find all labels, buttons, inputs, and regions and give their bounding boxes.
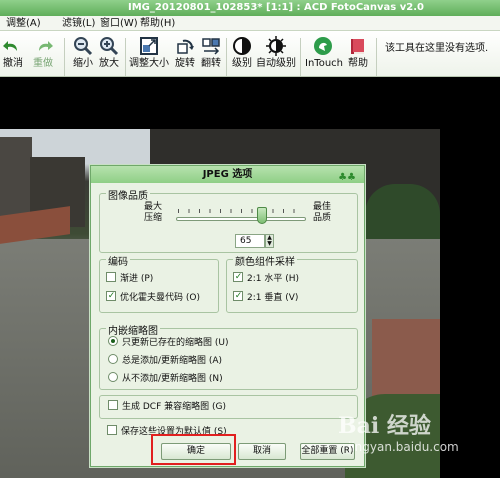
image-quality-legend: 图像品质 [106,187,150,202]
huffman-checkbox-row[interactable]: 优化霍夫曼代码 (O) [106,291,200,305]
max-compression-label-2: 压缩 [144,213,163,223]
always-add-label: 总是添加/更新缩略图 (A) [122,356,223,366]
auto-levels-button[interactable]: 自动级别 [256,36,296,70]
horizontal-checkbox[interactable] [233,272,243,282]
huffman-checkbox[interactable] [106,291,116,301]
resize-button[interactable]: 调整大小 [129,36,169,70]
toolbar-separator [125,38,126,76]
update-existing-radio-row[interactable]: 只更新已存在的缩略图 (U) [108,336,228,350]
auto-levels-icon [266,36,286,56]
horizontal-checkbox-row[interactable]: 2:1 水平 (H) [233,272,299,286]
window-title-bar: IMG_20120801_102853* [1:1] : ACD FotoCan… [0,0,500,16]
clover-icon: ♣♣ [338,172,356,183]
chroma-legend: 颜色组件采样 [233,253,297,268]
max-compression-label: 最大 [144,202,163,212]
progressive-checkbox[interactable] [106,272,116,282]
vertical-checkbox[interactable] [233,291,243,301]
intouch-button[interactable]: InTouch [305,36,343,70]
zoom-out-button[interactable]: 缩小 [71,36,95,70]
never-add-label: 从不添加/更新缩略图 (N) [122,374,223,384]
quality-slider-track[interactable] [176,217,306,221]
never-add-radio[interactable] [108,372,118,382]
levels-icon [233,37,251,55]
help-button[interactable]: 帮助 [345,36,371,70]
jpeg-options-dialog: JPEG 选项 ♣♣ 图像品质 最大 压缩 最佳 品质 65 ▲ ▼ 编码 渐进 … [90,165,365,467]
toolbar-separator [64,38,65,76]
toolbar: 撤消 重做 缩小 放大 调整大小 旋转 翻转 级别 自动级别 InTouch 帮… [0,31,500,77]
flip-icon [202,38,220,55]
quality-slider-thumb[interactable] [257,207,267,224]
toolbar-separator [300,38,301,76]
dcf-checkbox-row[interactable]: 生成 DCF 兼容缩略图 (G) [108,400,226,414]
encoding-legend: 编码 [106,253,130,268]
menu-bar: 调整(A) 滤镜(L) 窗口(W) 帮助(H) [0,16,500,31]
update-existing-label: 只更新已存在的缩略图 (U) [122,338,229,348]
dcf-checkbox[interactable] [108,400,118,410]
photo-trees [365,184,440,244]
rotate-icon [177,39,194,54]
encoding-group: 编码 渐进 (P) 优化霍夫曼代码 (O) [99,253,219,313]
resize-icon [140,37,158,55]
quality-value-input[interactable]: 65 [235,234,265,248]
always-add-radio[interactable] [108,354,118,364]
menu-help[interactable]: 帮助(H) [140,16,175,31]
undo-button[interactable]: 撤消 [0,36,26,70]
horizontal-label: 2:1 水平 (H) [247,274,299,284]
never-add-radio-row[interactable]: 从不添加/更新缩略图 (N) [108,372,223,386]
zoom-in-icon [100,37,119,56]
quality-spinner[interactable]: ▲ ▼ [265,234,274,248]
menu-filter[interactable]: 滤镜(L) [62,16,95,31]
vertical-label: 2:1 垂直 (V) [247,293,299,303]
thumbnail-legend: 内嵌缩略图 [106,322,160,337]
progressive-checkbox-row[interactable]: 渐进 (P) [106,272,153,286]
save-default-checkbox[interactable] [107,425,117,435]
reset-all-button[interactable]: 全部重置 (R) [300,443,355,460]
update-existing-radio[interactable] [108,336,118,346]
always-add-radio-row[interactable]: 总是添加/更新缩略图 (A) [108,354,222,368]
rotate-button[interactable]: 旋转 [173,36,197,70]
dcf-label: 生成 DCF 兼容缩略图 (G) [122,402,226,412]
menu-adjust[interactable]: 调整(A) [6,16,41,31]
levels-button[interactable]: 级别 [230,36,254,70]
quality-slider-ticks [178,209,304,213]
chroma-subsampling-group: 颜色组件采样 2:1 水平 (H) 2:1 垂直 (V) [226,253,358,313]
tool-hint-text: 该工具在这里没有选项. [385,43,489,54]
baidu-watermark: Bai 经验 [338,413,431,439]
vertical-checkbox-row[interactable]: 2:1 垂直 (V) [233,291,298,305]
flip-button[interactable]: 翻转 [199,36,223,70]
intouch-icon [314,37,332,55]
toolbar-separator [226,38,227,76]
best-quality-label-2: 品质 [313,213,332,223]
zoom-out-icon [74,37,93,56]
dialog-title-bar[interactable]: JPEG 选项 ♣♣ [91,166,364,183]
huffman-label: 优化霍夫曼代码 (O) [120,293,200,303]
window-title: IMG_20120801_102853* [1:1] : ACD FotoCan… [128,2,424,13]
undo-icon [3,41,17,51]
toolbar-separator [376,38,377,76]
cancel-button[interactable]: 取消 [238,443,286,460]
baidu-watermark-url: jingyan.baidu.com [348,440,459,454]
redo-button[interactable]: 重做 [28,36,58,70]
dcf-group: 生成 DCF 兼容缩略图 (G) [99,395,358,419]
zoom-in-button[interactable]: 放大 [97,36,121,70]
dialog-title: JPEG 选项 [202,169,253,180]
best-quality-label: 最佳 [313,202,332,212]
ok-button-highlight [151,434,236,465]
progressive-label: 渐进 (P) [120,274,154,284]
menu-window[interactable]: 窗口(W) [100,16,138,31]
image-quality-group: 图像品质 最大 压缩 最佳 品质 65 ▲ ▼ [99,187,358,253]
help-book-icon [351,39,364,54]
embedded-thumbnail-group: 内嵌缩略图 只更新已存在的缩略图 (U) 总是添加/更新缩略图 (A) 从不添加… [99,322,358,390]
redo-icon [39,41,53,51]
